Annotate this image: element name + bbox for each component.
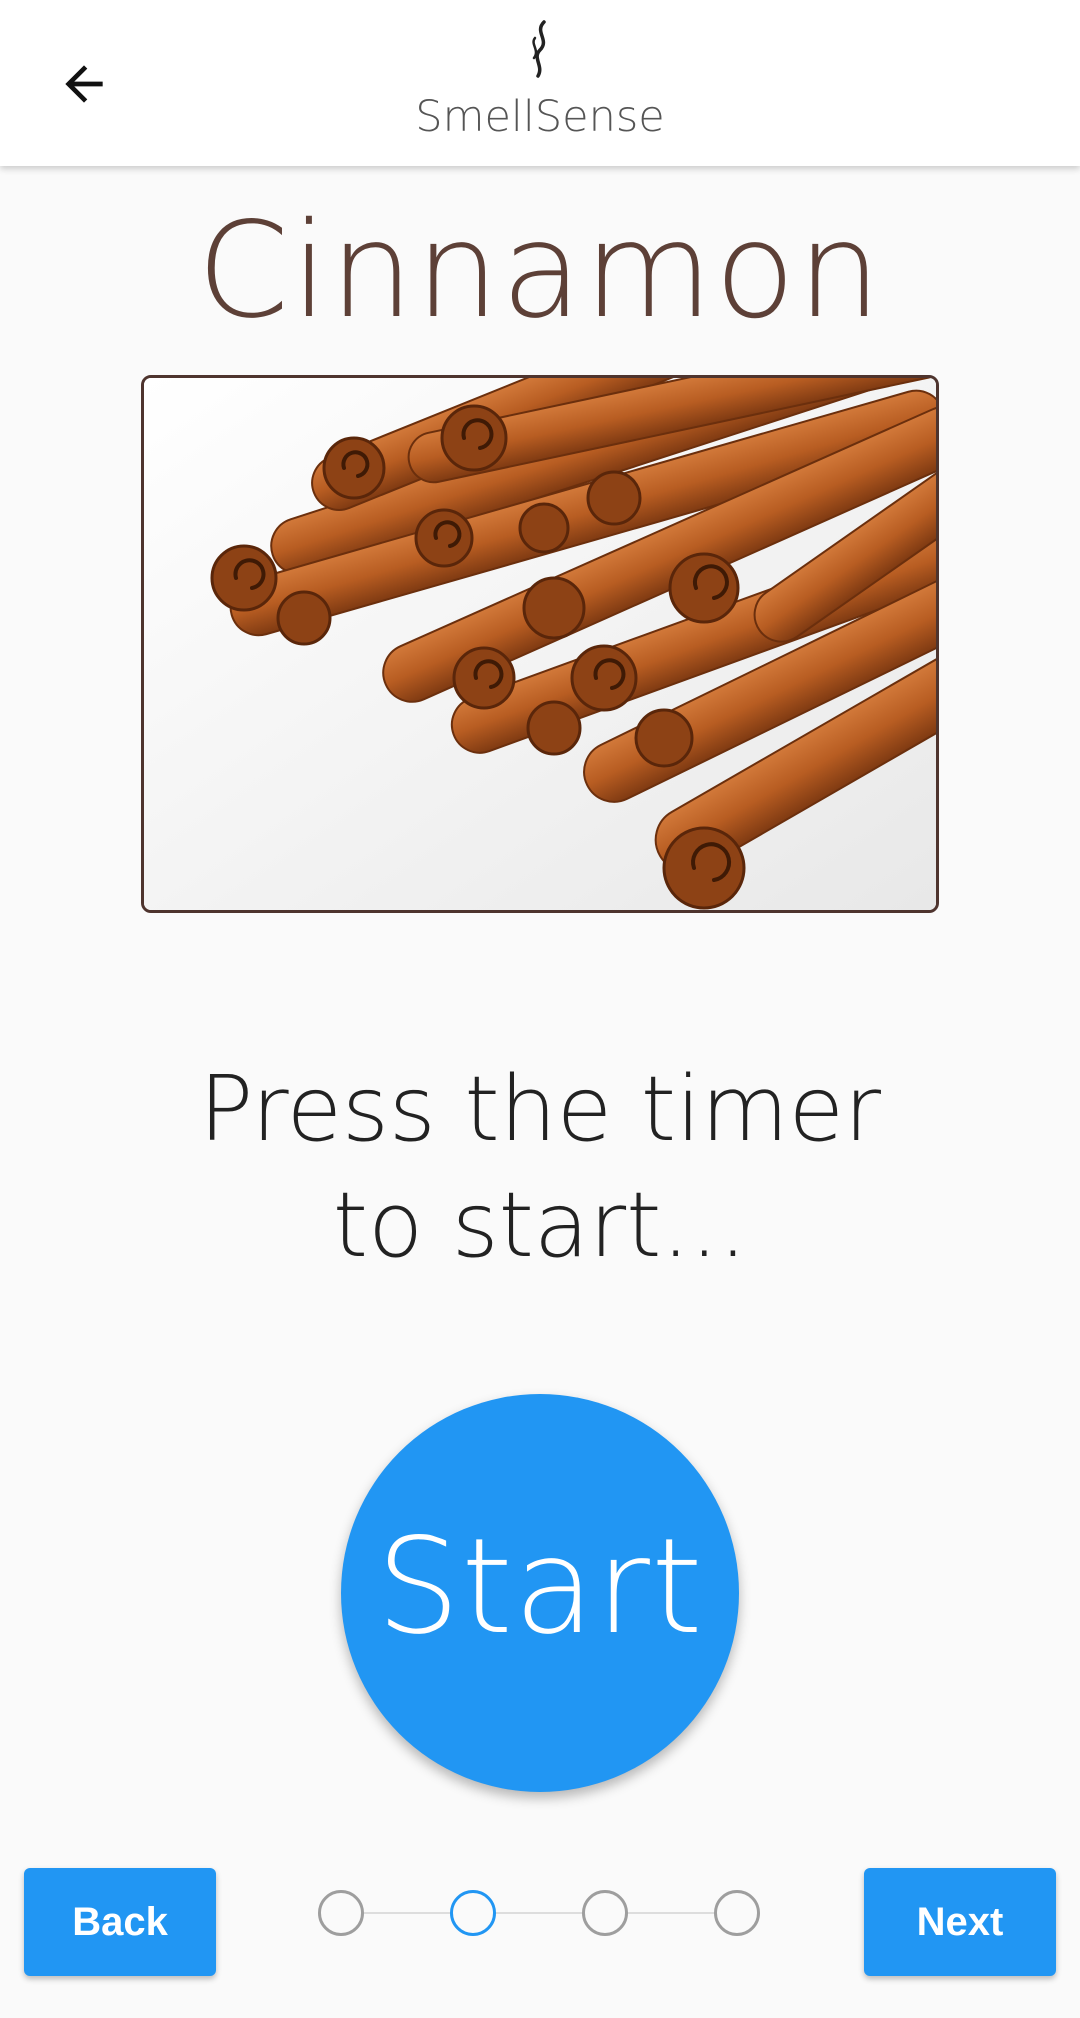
arrow-left-icon[interactable] — [46, 46, 122, 122]
step-dot-3 — [582, 1890, 628, 1936]
app-logo: SmellSense — [390, 18, 690, 153]
next-button-label: Next — [916, 1899, 1004, 1944]
back-button[interactable]: Back — [24, 1868, 216, 1976]
instruction-line-2: to start... — [332, 1173, 748, 1278]
app-name: SmellSense — [415, 92, 665, 142]
instruction-line-1: Press the timer — [198, 1057, 882, 1162]
next-button[interactable]: Next — [864, 1868, 1056, 1976]
start-timer-button[interactable]: Start — [341, 1394, 739, 1792]
back-button-label: Back — [72, 1899, 168, 1944]
step-indicator — [318, 1890, 762, 1936]
step-dot-4 — [714, 1890, 760, 1936]
cinnamon-sticks-image — [144, 378, 936, 910]
step-dot-1 — [318, 1890, 364, 1936]
scent-title: Cinnamon — [196, 194, 884, 348]
start-timer-label: Start — [376, 1510, 704, 1664]
app-bar: SmellSense — [0, 0, 1080, 166]
scent-image-frame — [141, 375, 939, 913]
step-connector — [340, 1912, 740, 1914]
smoke-wisp-icon — [532, 20, 546, 78]
instruction-text: Press the timer to start... — [0, 1052, 1080, 1284]
step-dot-2 — [450, 1890, 496, 1936]
